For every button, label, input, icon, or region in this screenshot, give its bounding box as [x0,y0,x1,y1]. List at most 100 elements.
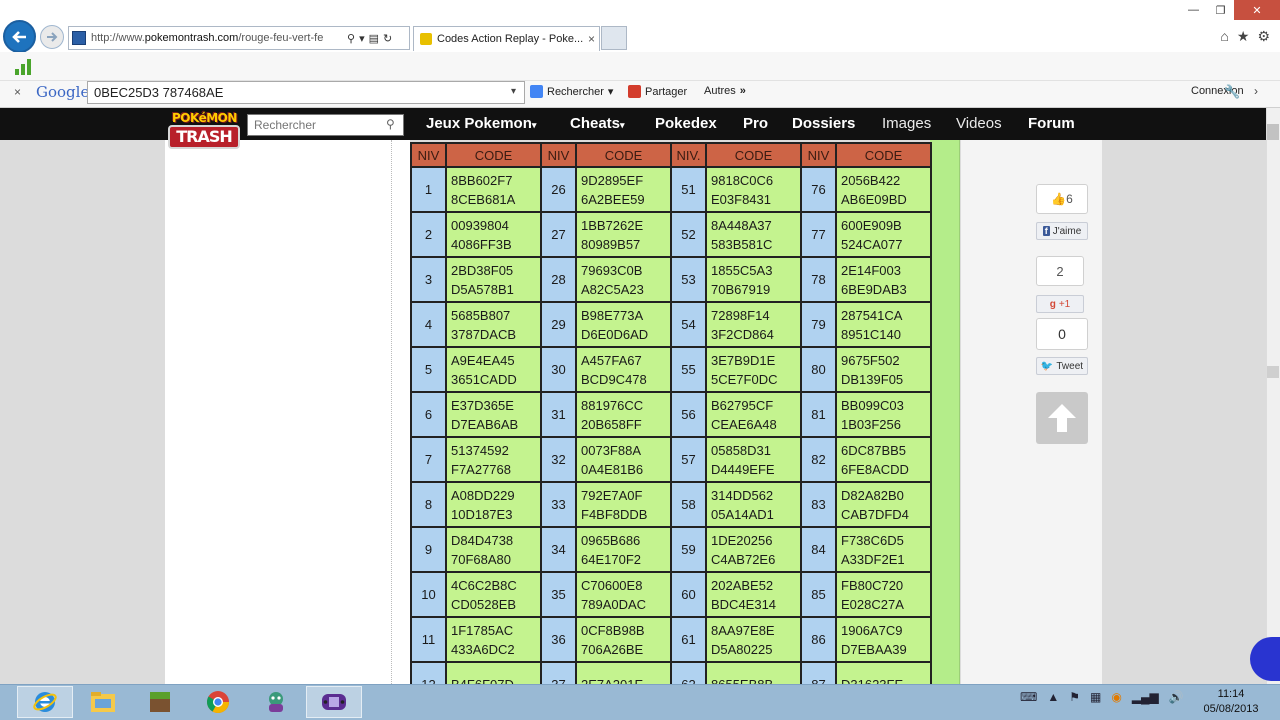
new-tab-button[interactable] [601,26,627,50]
code-line: D7EBAA39 [841,641,907,657]
tab-close-icon[interactable]: × [588,32,595,46]
code-cell: 9D2895EF 6A2BEE59 [575,166,672,213]
code-cell: 1F1785AC 433A6DC2 [445,616,542,663]
code-cell: 8BB602F7 8CEB681A [445,166,542,213]
nav-images[interactable]: Images [882,115,931,132]
code-line: 2056B422 [841,172,901,188]
nav-pro[interactable]: Pro [743,115,768,132]
wrench-icon[interactable]: 🔧 [1224,84,1240,100]
fb-count-value: 6 [1066,192,1073,206]
level-cell: 6 [410,391,447,438]
code-cell: 600E909B 524CA077 [835,211,932,258]
chevron-down-icon[interactable]: ▾ [511,86,516,97]
minimize-button[interactable]: — [1180,0,1207,20]
google-search-input[interactable] [87,81,525,104]
level-cell: 87 [800,661,837,684]
code-line: D31623FE [841,675,930,684]
level-cell: 34 [540,526,577,573]
forward-button[interactable] [40,25,64,49]
code-cell: 1DE20256 C4AB72E6 [705,526,802,573]
facebook-like-button[interactable]: f J'aime [1036,222,1088,240]
column-header: NIV. [670,142,707,168]
gplus-button[interactable]: g +1 [1036,295,1084,313]
code-line: 4086FF3B [451,236,512,252]
search-icon[interactable]: ⚲ [347,32,355,45]
code-cell: 9675F502 DB139F05 [835,346,932,393]
level-cell: 7 [410,436,447,483]
tweet-button[interactable]: 🐦 Tweet [1036,357,1088,375]
code-cell: A9E4EA45 3651CADD [445,346,542,393]
tab-codes-action-replay[interactable]: Codes Action Replay - Poke... × [413,26,600,51]
network-warning-icon[interactable]: ▦ [1090,690,1101,704]
compat-view-icon[interactable]: ▤ [369,32,379,45]
restore-button[interactable]: ❐ [1207,0,1234,20]
back-button[interactable] [3,20,36,53]
nav-dossiers[interactable]: Dossiers [792,115,855,132]
scroll-to-top-button[interactable] [1036,392,1088,444]
volume-icon[interactable]: 🔊 [1169,690,1184,704]
keyboard-icon[interactable]: ⌨ [1020,690,1037,704]
nav-jeux-pokemon[interactable]: Jeux Pokemon▾ [426,115,536,132]
column-header: CODE [835,142,932,168]
game-character-icon [269,692,283,712]
flag-icon[interactable]: ⚑ [1069,690,1080,704]
taskbar-internet-explorer[interactable] [17,686,73,718]
toolbar-share-button[interactable]: Partager [628,85,687,98]
level-cell: 78 [800,256,837,303]
gplus-icon: g [1049,298,1056,310]
code-cell: 8AA97E8E D5A80225 [705,616,802,663]
code-line: C4AB72E6 [711,551,776,567]
toolbar-more-button[interactable]: Autres » [704,85,746,97]
signal-bars-icon[interactable] [15,57,33,75]
signal-icon[interactable]: ▂▄▆ [1132,690,1159,704]
home-icon[interactable]: ⌂ [1220,28,1228,45]
page-scrollbar[interactable] [1266,108,1280,684]
taskbar-clock[interactable]: 11:14 05/08/2013 [1198,687,1264,717]
site-search-input[interactable] [247,114,404,136]
code-cell: 0073F88A 0A4E81B6 [575,436,672,483]
close-window-button[interactable]: ✕ [1234,0,1280,20]
taskbar-file-explorer[interactable] [75,686,131,718]
favorites-star-icon[interactable]: ★ [1237,28,1250,45]
search-icon[interactable]: ⚲ [386,117,395,131]
code-line: 5CE7F0DC [711,371,778,387]
table-row: 4 5685B807 3787DACB 29 B98E773A D6E0D6AD 54 728… [410,301,932,348]
taskbar-emulator[interactable] [306,686,362,718]
address-bar[interactable]: http://www.pokemontrash.com/rouge-feu-ve… [68,26,410,50]
nav-pokedex[interactable]: Pokedex [655,115,717,132]
app-tray-icon[interactable]: ◉ [1111,690,1121,704]
address-url: http://www.pokemontrash.com/rouge-feu-ve… [91,32,343,44]
nav-forum[interactable]: Forum [1028,115,1075,132]
code-cell: 792E7A0F F4BF8DDB [575,481,672,528]
scrollbar-marker[interactable] [1267,366,1279,378]
toolbar-search-button[interactable]: Rechercher ▾ [530,85,613,98]
table-row: 2 00939804 4086FF3B 27 1BB7262E 80989B57 52 8A4… [410,211,932,258]
code-line: 706A26BE [581,641,644,657]
code-line: 3651CADD [451,371,517,387]
gear-icon[interactable]: ⚙ [1257,28,1270,45]
page-viewport: ⚲ Jeux Pokemon▾ Cheats▾ Pokedex Pro Doss… [0,108,1266,684]
nav-videos[interactable]: Videos [956,115,1002,132]
code-line: 1855C5A3 [711,262,773,278]
code-line: 6FE8ACDD [841,461,909,477]
level-cell: 56 [670,391,707,438]
nav-cheats[interactable]: Cheats▾ [570,115,625,132]
chrome-icon [207,691,229,713]
code-line: B98E773A [581,307,644,323]
chevron-right-icon[interactable]: › [1254,84,1258,98]
taskbar-minecraft[interactable] [132,686,188,718]
toolbar-close-icon[interactable]: × [14,85,21,99]
dropdown-icon[interactable]: ▾ [359,32,365,45]
tray-expand-icon[interactable]: ▲ [1047,690,1059,704]
scrollbar-thumb[interactable] [1267,124,1279,140]
site-logo[interactable]: POKéMON TRASH [168,111,242,157]
taskbar-chrome[interactable] [190,686,246,718]
code-cell: 202ABE52 BDC4E314 [705,571,802,618]
level-cell: 83 [800,481,837,528]
refresh-icon[interactable]: ↻ [383,32,392,45]
level-cell: 10 [410,571,447,618]
taskbar-game-app[interactable] [248,686,304,718]
level-cell: 55 [670,346,707,393]
clock-time: 11:14 [1217,688,1245,700]
code-cell: 3E7B9D1E 5CE7F0DC [705,346,802,393]
